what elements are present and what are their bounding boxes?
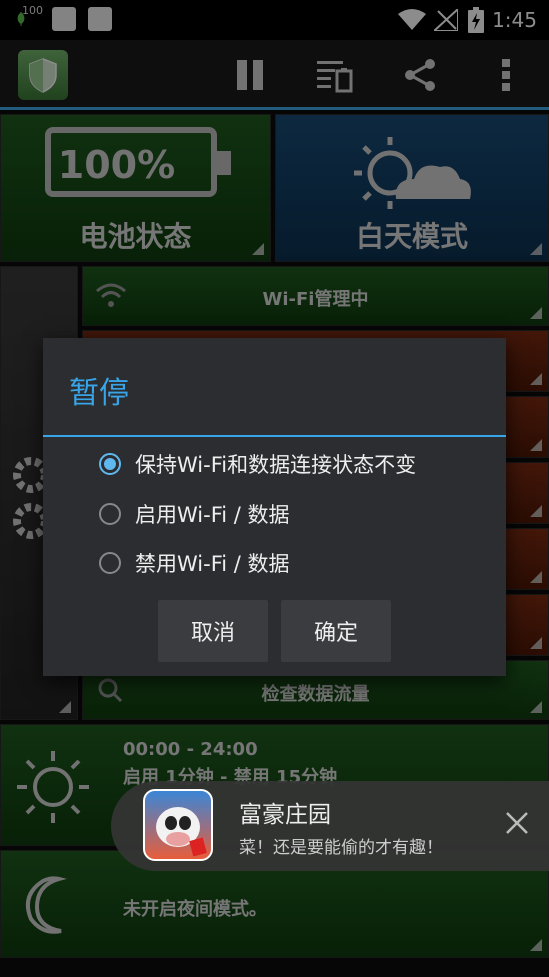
option-label: 保持Wi-Fi和数据连接状态不变 xyxy=(135,453,417,477)
dialog-title: 暂停 xyxy=(69,376,129,411)
ok-button[interactable]: 确定 xyxy=(281,600,391,662)
ad-toast[interactable]: 富豪庄园 菜！还是要能偷的才有趣！ xyxy=(111,781,549,871)
radio-unselected-icon[interactable] xyxy=(99,503,121,525)
radio-selected-icon[interactable] xyxy=(99,453,121,475)
cancel-button[interactable]: 取消 xyxy=(158,600,268,662)
option-keep-state[interactable]: 保持Wi-Fi和数据连接状态不变 xyxy=(99,444,416,484)
option-label: 禁用Wi-Fi / 数据 xyxy=(135,552,290,576)
radio-unselected-icon[interactable] xyxy=(99,552,121,574)
option-enable[interactable]: 启用Wi-Fi / 数据 xyxy=(99,494,290,534)
game-app-icon[interactable] xyxy=(143,789,213,861)
close-icon[interactable] xyxy=(505,811,529,835)
dialog-divider xyxy=(43,435,506,437)
option-label: 启用Wi-Fi / 数据 xyxy=(135,503,290,527)
toast-subtitle: 菜！还是要能偷的才有趣！ xyxy=(239,838,443,858)
pause-dialog: 暂停 保持Wi-Fi和数据连接状态不变 启用Wi-Fi / 数据 禁用Wi-Fi… xyxy=(43,338,506,676)
option-disable[interactable]: 禁用Wi-Fi / 数据 xyxy=(99,543,290,583)
toast-title: 富豪庄园 xyxy=(239,802,331,828)
